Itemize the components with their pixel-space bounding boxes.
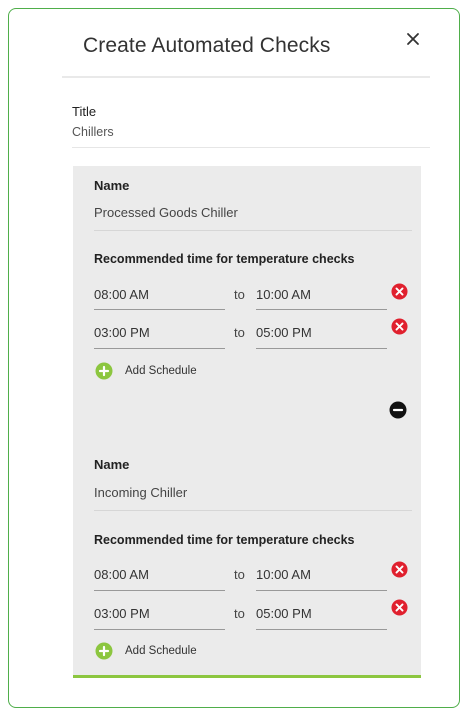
start-time-input[interactable]: 08:00 AM — [94, 567, 149, 582]
to-label: to — [234, 325, 245, 340]
close-icon — [407, 33, 419, 45]
remove-check-icon[interactable] — [389, 401, 407, 419]
close-button[interactable] — [406, 32, 424, 50]
add-schedule-button[interactable]: Add Schedule — [95, 641, 197, 661]
remove-schedule-icon[interactable] — [391, 283, 408, 300]
title-underline — [72, 147, 430, 148]
name-label: Name — [94, 457, 130, 472]
start-time-underline — [94, 348, 225, 349]
name-label: Name — [94, 178, 130, 193]
start-time-input[interactable]: 03:00 PM — [94, 325, 150, 340]
title-label: Title — [72, 104, 97, 119]
end-time-input[interactable]: 05:00 PM — [256, 606, 312, 621]
remove-schedule-icon[interactable] — [391, 561, 408, 578]
end-time-input[interactable]: 10:00 AM — [256, 287, 311, 302]
end-time-underline — [256, 348, 387, 349]
end-time-underline — [256, 309, 387, 310]
to-label: to — [234, 287, 245, 302]
name-underline — [94, 510, 412, 511]
end-time-underline — [256, 629, 387, 630]
add-circle-icon — [95, 362, 113, 380]
start-time-input[interactable]: 08:00 AM — [94, 287, 149, 302]
title-field: Title Chillers — [72, 104, 430, 148]
remove-schedule-icon[interactable] — [391, 599, 408, 616]
add-circle-icon — [95, 642, 113, 660]
to-label: to — [234, 606, 245, 621]
add-schedule-label: Add Schedule — [125, 645, 197, 657]
start-time-underline — [94, 590, 225, 591]
title-input[interactable]: Chillers — [72, 125, 430, 139]
recommended-time-label: Recommended time for temperature checks — [94, 252, 355, 266]
dialog-title: Create Automated Checks — [83, 34, 331, 57]
end-time-underline — [256, 590, 387, 591]
start-time-underline — [94, 309, 225, 310]
name-input[interactable]: Processed Goods Chiller — [94, 205, 238, 220]
dialog-header: Create Automated Checks — [62, 16, 430, 78]
recommended-time-label: Recommended time for temperature checks — [94, 533, 355, 547]
check-card: Name Processed Goods Chiller Recommended… — [73, 166, 421, 397]
name-input[interactable]: Incoming Chiller — [94, 485, 187, 500]
remove-schedule-icon[interactable] — [391, 318, 408, 335]
start-time-input[interactable]: 03:00 PM — [94, 606, 150, 621]
add-schedule-label: Add Schedule — [125, 365, 197, 377]
check-card: Name Incoming Chiller Recommended time f… — [73, 386, 421, 678]
add-schedule-button[interactable]: Add Schedule — [95, 361, 197, 381]
start-time-underline — [94, 629, 225, 630]
end-time-input[interactable]: 05:00 PM — [256, 325, 312, 340]
end-time-input[interactable]: 10:00 AM — [256, 567, 311, 582]
to-label: to — [234, 567, 245, 582]
name-underline — [94, 230, 412, 231]
